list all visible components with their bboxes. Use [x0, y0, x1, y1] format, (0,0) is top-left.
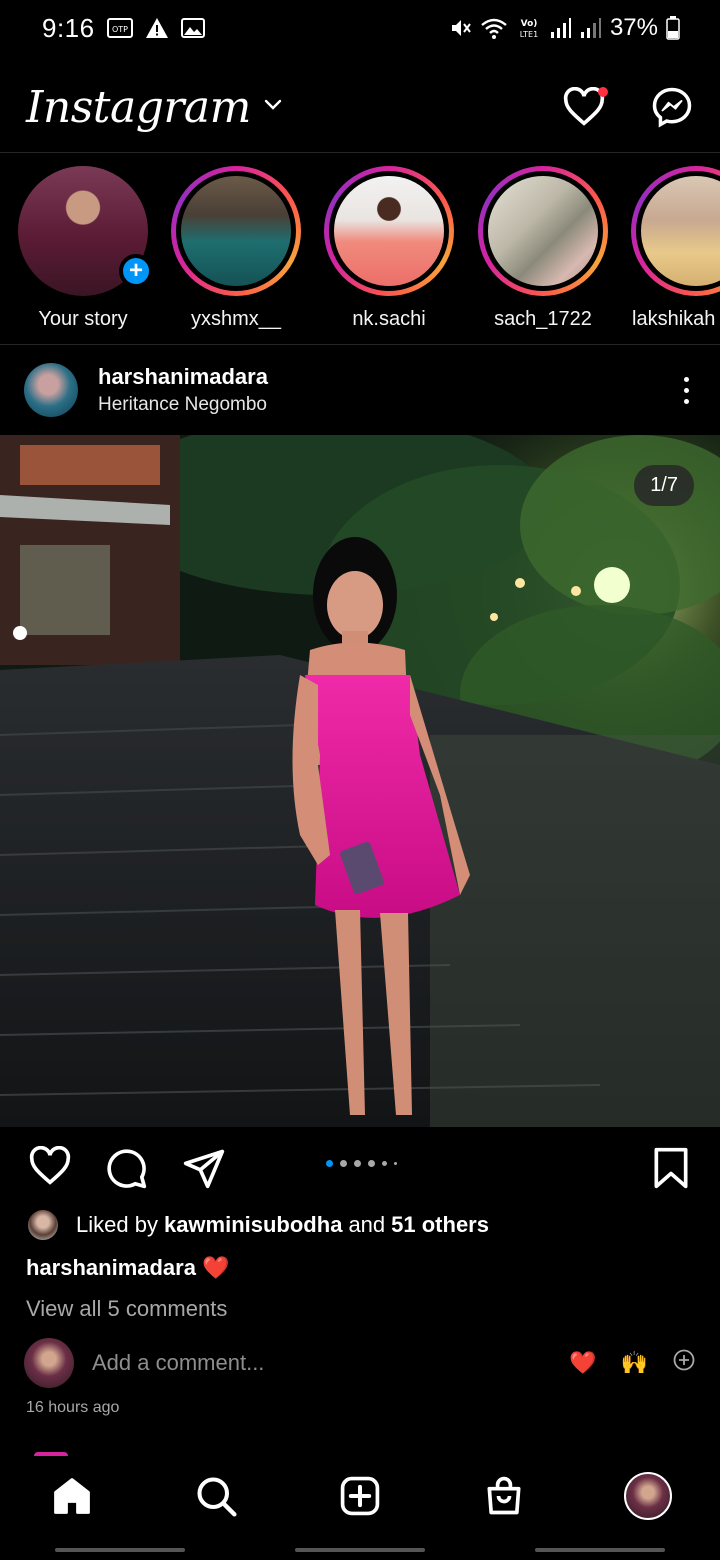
gesture-line: [535, 1548, 665, 1552]
add-comment-row: Add a comment... ❤️ 🙌: [24, 1338, 696, 1388]
shop-icon: [487, 1476, 521, 1515]
add-reaction-icon[interactable]: [672, 1348, 696, 1378]
story-nk-sachi[interactable]: nk.sachi: [319, 166, 459, 331]
svg-text:OTP: OTP: [112, 25, 128, 34]
post-location[interactable]: Heritance Negombo: [98, 394, 676, 416]
nav-create[interactable]: [330, 1466, 390, 1526]
post-timestamp: 16 hours ago: [26, 1399, 120, 1416]
carousel-dot: [326, 1160, 333, 1167]
signal-icon: [550, 17, 572, 39]
caption-username[interactable]: harshanimadara: [26, 1255, 196, 1281]
image-icon: [180, 17, 205, 39]
quick-reaction-heart[interactable]: ❤️: [569, 1350, 596, 1376]
bottom-nav: [0, 1456, 720, 1536]
post-caption: harshanimadara ❤️: [26, 1255, 229, 1281]
activity-button[interactable]: [562, 85, 608, 129]
like-button[interactable]: [28, 1145, 72, 1191]
search-icon: [197, 1477, 237, 1517]
instagram-logo: Instagram: [26, 81, 251, 133]
gesture-line: [295, 1548, 425, 1552]
nav-search[interactable]: [186, 1466, 246, 1526]
otp-icon: OTP: [106, 17, 133, 39]
post-photo[interactable]: 1/7: [0, 435, 720, 1127]
liker-avatar: [26, 1208, 60, 1242]
carousel-indicator: [326, 1160, 397, 1167]
post-author-avatar[interactable]: [24, 363, 78, 417]
mute-icon: [448, 16, 472, 40]
bookmark-icon: [654, 1147, 688, 1189]
add-comment-input[interactable]: Add a comment...: [92, 1350, 569, 1376]
post-header: harshanimadara Heritance Negombo: [0, 350, 720, 430]
current-user-avatar: [24, 1338, 74, 1388]
story-avatar: [334, 176, 444, 286]
photo-counter: 1/7: [634, 465, 694, 506]
comment-icon: [107, 1149, 147, 1189]
save-button[interactable]: [652, 1146, 690, 1195]
nav-home[interactable]: [42, 1466, 102, 1526]
chevron-down-icon: [263, 98, 283, 117]
story-sach-1722[interactable]: sach_1722: [473, 166, 613, 331]
story-avatar: [181, 176, 291, 286]
create-icon: [340, 1476, 380, 1516]
story-label: nk.sachi: [352, 308, 426, 330]
messenger-icon: [652, 87, 692, 128]
liked-by-prefix: Liked by: [76, 1212, 158, 1237]
story-label: yxshmx__: [190, 308, 282, 330]
comment-button[interactable]: [104, 1146, 148, 1195]
send-icon: [183, 1149, 225, 1189]
header-divider: [0, 152, 720, 153]
heart-icon: [29, 1145, 71, 1185]
home-icon: [54, 1478, 90, 1514]
battery-icon: [666, 16, 680, 40]
carousel-dot: [368, 1160, 375, 1167]
nav-profile[interactable]: [618, 1466, 678, 1526]
add-story-plus-icon[interactable]: +: [119, 254, 153, 288]
liked-by-others[interactable]: 51 others: [391, 1212, 489, 1238]
gesture-line: [55, 1548, 185, 1552]
story-label: lakshikah: [632, 308, 716, 330]
stories-tray: + Your story yxshmx__ nk.sachi sach_1722…: [0, 160, 720, 340]
caption-emoji: ❤️: [201, 1255, 230, 1280]
story-lakshikah[interactable]: lakshikah: [626, 166, 720, 331]
warning-icon: [145, 17, 169, 39]
battery-percent: 37%: [609, 14, 658, 41]
carousel-dot: [340, 1160, 347, 1167]
story-avatar: [488, 176, 598, 286]
likes-summary[interactable]: Liked by kawminisubodha and 51 others: [26, 1208, 489, 1242]
carousel-dot: [354, 1160, 361, 1167]
story-avatar: [641, 176, 720, 286]
quick-reaction-raised-hands[interactable]: 🙌: [621, 1350, 648, 1376]
view-all-comments-link[interactable]: View all 5 comments: [26, 1296, 227, 1322]
story-your-story[interactable]: + Your story: [13, 166, 153, 331]
svg-text:LTE1: LTE1: [520, 30, 538, 39]
stories-divider: [0, 344, 720, 345]
more-options-icon[interactable]: [676, 376, 696, 404]
story-yxshmx[interactable]: yxshmx__: [166, 166, 306, 331]
story-label: Your story: [38, 308, 128, 330]
story-label: sach_1722: [494, 308, 592, 330]
app-header: Instagram: [0, 62, 720, 152]
svg-text:Vo): Vo): [521, 19, 538, 29]
post-username[interactable]: harshanimadara: [98, 364, 676, 390]
nav-shop[interactable]: [474, 1466, 534, 1526]
carousel-dot: [382, 1161, 387, 1166]
post-image: [0, 435, 720, 1127]
volte-icon: Vo) LTE1: [516, 16, 542, 40]
wifi-icon: [480, 16, 508, 40]
system-gesture-bar: [0, 1540, 720, 1560]
liked-by-middle: and: [348, 1212, 386, 1237]
status-time: 9:16: [42, 12, 95, 43]
signal-icon: [580, 17, 602, 39]
profile-avatar: [624, 1472, 672, 1520]
status-bar: 9:16 OTP Vo) LTE1 37%: [0, 0, 720, 56]
carousel-dot: [394, 1162, 397, 1165]
liked-by-user[interactable]: kawminisubodha: [164, 1212, 342, 1238]
logo-switcher[interactable]: Instagram: [26, 82, 283, 133]
notification-dot: [598, 87, 608, 97]
messenger-button[interactable]: [650, 85, 694, 129]
share-button[interactable]: [182, 1146, 226, 1195]
